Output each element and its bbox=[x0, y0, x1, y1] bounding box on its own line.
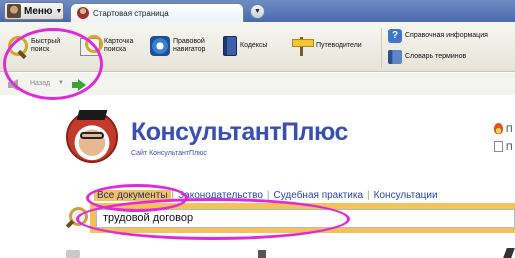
codes-label: Кодексы bbox=[240, 42, 268, 49]
reference-info-button[interactable]: ? Справочная информация bbox=[388, 29, 488, 43]
brand-site-link[interactable]: Сайт КонсультантПлюс bbox=[131, 150, 207, 157]
tab-start-page[interactable]: Стартовая страница bbox=[70, 3, 244, 22]
guides-label: Путеводители bbox=[316, 42, 362, 49]
logo-glasses-icon bbox=[80, 132, 104, 139]
new-document-icon bbox=[494, 141, 503, 152]
logo-cap-icon bbox=[76, 110, 108, 120]
terms-dictionary-label: Словарь терминов bbox=[405, 53, 467, 60]
menu-button[interactable]: Меню ▼ bbox=[4, 2, 64, 20]
right-link-new[interactable]: П bbox=[494, 141, 512, 152]
bottom-partial-icon bbox=[66, 250, 80, 258]
search-card-label: Карточка поиска bbox=[104, 38, 134, 53]
help-icon: ? bbox=[388, 29, 402, 43]
menu-label: Меню bbox=[24, 5, 53, 17]
tab-court-practice[interactable]: Судебная практика bbox=[271, 190, 367, 201]
annotation-ellipse-quick-search bbox=[3, 28, 103, 100]
brand-title: КонсультантПлюс bbox=[131, 118, 348, 146]
navigator-icon bbox=[150, 36, 170, 56]
legal-navigator-button[interactable]: Правовой навигатор bbox=[150, 36, 205, 56]
legal-navigator-label: Правовой навигатор bbox=[173, 38, 206, 53]
dictionary-icon bbox=[388, 50, 402, 64]
book-icon bbox=[223, 36, 237, 56]
title-bar: Меню ▼ Стартовая страница ▼ bbox=[0, 0, 515, 22]
bottom-partial-icon bbox=[258, 250, 266, 258]
terms-dictionary-button[interactable]: Словарь терминов bbox=[388, 50, 466, 64]
tab-label: Стартовая страница bbox=[93, 8, 169, 18]
annotation-ellipse-search-field bbox=[76, 198, 350, 240]
right-link-hot-label: П bbox=[506, 123, 513, 134]
codes-button[interactable]: Кодексы bbox=[223, 36, 267, 56]
app-logo-icon bbox=[7, 4, 21, 18]
ribbon-divider bbox=[381, 28, 382, 68]
flame-icon bbox=[494, 123, 503, 134]
right-link-new-label: П bbox=[506, 141, 513, 152]
tab-consultations[interactable]: Консультации bbox=[371, 190, 441, 201]
start-page-icon bbox=[77, 7, 89, 19]
new-tab-button[interactable]: ▼ bbox=[250, 4, 265, 19]
signpost-icon bbox=[291, 35, 314, 57]
chevron-down-icon: ▼ bbox=[55, 7, 63, 15]
guides-button[interactable]: Путеводители bbox=[291, 35, 362, 57]
reference-info-label: Справочная информация bbox=[405, 32, 488, 39]
pen-icon bbox=[503, 248, 515, 258]
right-link-hot[interactable]: П bbox=[494, 123, 512, 134]
